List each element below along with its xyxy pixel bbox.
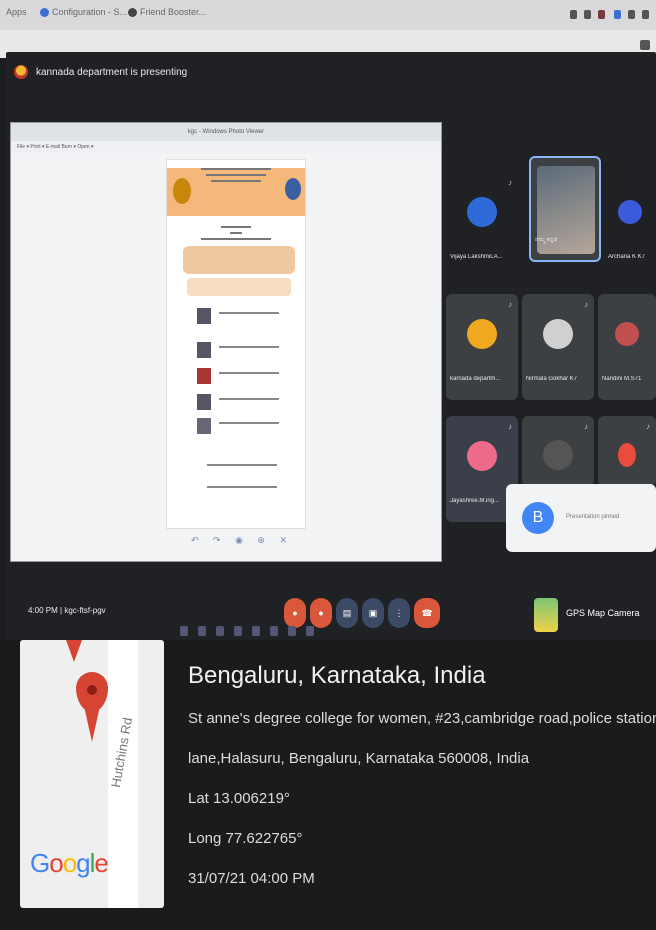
participant-avatar xyxy=(543,439,573,470)
gps-stamp: Hutchins Rd Google Bengaluru, Karnataka,… xyxy=(0,640,656,930)
participant-name: Nirmala Gokhar K7 xyxy=(526,376,578,382)
bookmark-item[interactable]: Configuration - S... xyxy=(52,7,127,17)
taskbar-icon[interactable] xyxy=(216,626,224,636)
participant-tile[interactable]: ♪ xyxy=(522,416,594,486)
shared-document xyxy=(166,159,306,529)
participant-tile[interactable]: ♪ Vijaya LakshmiLA... xyxy=(446,172,518,278)
document-row xyxy=(197,460,287,480)
taskbar-icon[interactable] xyxy=(288,626,296,636)
participant-tile-active[interactable]: ನಮ್ಮ ಕನ್ನಡ xyxy=(529,156,601,262)
stamp-longitude: Long 77.622765° xyxy=(188,830,303,847)
map-pin-icon xyxy=(66,640,82,662)
shared-screen[interactable]: kgc - Windows Photo Viewer File ▾ Print … xyxy=(10,122,442,562)
document-row xyxy=(197,308,287,328)
captions-button[interactable]: ▤ xyxy=(336,598,358,628)
toast-message: Presentation pinned xyxy=(566,514,620,520)
camera-button[interactable]: ● xyxy=(310,598,332,628)
participant-name: Vijaya LakshmiLA... xyxy=(450,254,503,260)
map-pin-dot xyxy=(87,685,97,695)
taskbar xyxy=(180,626,520,638)
mic-off-icon: ♪ xyxy=(584,300,588,309)
document-row xyxy=(197,394,287,414)
participant-name: karnada departm... xyxy=(450,376,501,382)
extension-icon[interactable] xyxy=(628,10,635,19)
meeting-time-code: 4:00 PM | kgc-ftsf-pgv xyxy=(28,606,106,615)
participant-tile[interactable]: ♪ karnada departm... xyxy=(446,294,518,400)
document-header xyxy=(167,168,305,216)
stamp-details: Bengaluru, Karnataka, India St anne's de… xyxy=(188,662,656,887)
taskbar-icon[interactable] xyxy=(270,626,278,636)
presenting-text: kannada department is presenting xyxy=(36,66,188,78)
google-logo: Google xyxy=(30,848,109,878)
map-pin-tail xyxy=(84,706,100,742)
gps-app-label: GPS Map Camera xyxy=(566,608,640,618)
shared-window-title: kgc - Windows Photo Viewer xyxy=(11,123,441,141)
document-band xyxy=(187,278,291,296)
location-map: Hutchins Rd Google xyxy=(20,640,164,908)
browser-bookmarks-bar: Apps Configuration - S... Friend Booster… xyxy=(0,0,656,30)
participant-avatar xyxy=(543,319,573,350)
participant-avatar xyxy=(618,200,642,225)
stamp-address-line2: lane,Halasuru, Bengaluru, Karnataka 5600… xyxy=(188,750,530,767)
present-button[interactable]: ▣ xyxy=(362,598,384,628)
taskbar-icon[interactable] xyxy=(180,626,188,636)
stamp-latitude: Lat 13.006219° xyxy=(188,790,290,807)
document-row xyxy=(197,418,287,438)
document-row xyxy=(197,342,287,362)
stamp-city: Bengaluru, Karnataka, India xyxy=(188,662,486,689)
document-band xyxy=(183,246,295,274)
document-row xyxy=(197,482,287,502)
participant-tile[interactable]: ♪ xyxy=(598,416,656,486)
profile-icon[interactable] xyxy=(614,10,621,19)
mic-off-icon: ♪ xyxy=(508,300,512,309)
taskbar-icon[interactable] xyxy=(234,626,242,636)
bookmark-icon xyxy=(40,8,49,17)
photo-viewer-controls[interactable]: ↶ ↷ ◉ ⊕ ✕ xyxy=(191,535,293,546)
mic-button[interactable]: ● xyxy=(284,598,306,628)
meet-window: kannada department is presenting kgc - W… xyxy=(6,52,656,642)
participant-avatar xyxy=(467,319,497,350)
participant-avatar xyxy=(467,441,497,472)
mic-off-icon: ♪ xyxy=(508,422,512,431)
presenting-banner: kannada department is presenting xyxy=(14,62,187,82)
extension-icon[interactable] xyxy=(598,10,605,19)
mic-off-icon: ♪ xyxy=(584,422,588,431)
mic-off-icon: ♪ xyxy=(508,178,512,187)
end-call-button[interactable]: ☎ xyxy=(414,598,440,628)
participant-avatar xyxy=(618,442,636,467)
participant-tile[interactable]: ♪ Nirmala Gokhar K7 xyxy=(522,294,594,400)
shared-window-menu: File ▾ Print ▾ E-mail Burn ▾ Open ▾ xyxy=(11,141,441,153)
participant-tile[interactable]: Archana K K7 xyxy=(604,172,656,278)
taskbar-icon[interactable] xyxy=(198,626,206,636)
participant-name: Nandini M.S71 xyxy=(602,376,642,382)
mic-off-icon: ♪ xyxy=(646,422,650,431)
menu-icon[interactable] xyxy=(642,10,649,19)
document-row xyxy=(197,368,287,388)
side-panel-icon[interactable] xyxy=(640,40,650,50)
extension-icon[interactable] xyxy=(570,10,577,19)
participant-avatar xyxy=(615,322,639,347)
participant-avatar xyxy=(467,197,497,228)
participant-name: Archana K K7 xyxy=(608,254,646,260)
presenter-avatar xyxy=(14,65,28,79)
bookmark-icon xyxy=(128,8,137,17)
bookmark-apps[interactable]: Apps xyxy=(6,7,27,17)
toast-avatar: B xyxy=(522,502,554,534)
extension-icon[interactable] xyxy=(584,10,591,19)
stamp-address-line1: St anne's degree college for women, #23,… xyxy=(188,710,656,727)
notification-toast[interactable]: B Presentation pinned xyxy=(506,484,656,552)
taskbar-icon[interactable] xyxy=(252,626,260,636)
participant-name: ನಮ್ಮ ಕನ್ನಡ xyxy=(535,237,558,243)
bookmark-item[interactable]: Friend Booster... xyxy=(140,7,206,17)
more-options-button[interactable]: ⋮ xyxy=(388,598,410,628)
stamp-datetime: 31/07/21 04:00 PM xyxy=(188,870,315,887)
college-logo xyxy=(173,178,191,204)
participant-tile[interactable]: Nandini M.S71 xyxy=(598,294,656,400)
taskbar-icon[interactable] xyxy=(306,626,314,636)
speaker-photo xyxy=(285,178,301,200)
gps-map-camera-icon xyxy=(534,598,558,632)
